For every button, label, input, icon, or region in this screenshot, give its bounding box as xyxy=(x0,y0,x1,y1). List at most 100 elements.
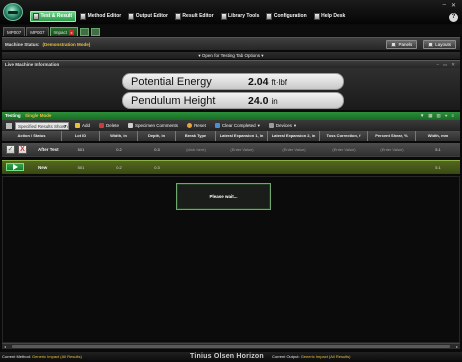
panels-button[interactable]: Panels xyxy=(386,40,418,49)
col-width-in[interactable]: Width, in xyxy=(100,131,138,141)
cell-lateral-exp-1[interactable] xyxy=(216,161,268,175)
cell-width-mm[interactable]: 5.1 xyxy=(416,143,460,157)
col-break-type[interactable]: Break Type xyxy=(176,131,216,141)
delete-button[interactable]: Delete xyxy=(96,121,122,130)
live-minimize-icon[interactable]: – xyxy=(436,61,439,68)
tab-impact[interactable]: Impact x xyxy=(49,27,79,36)
col-lot-id[interactable]: Lot ID xyxy=(62,131,100,141)
table-row[interactable]: ✓ X After Test 501 0.2 0.3 (click here) … xyxy=(2,143,460,157)
current-method: Current Method: Generic Impact (All Resu… xyxy=(2,354,82,359)
document-tabs: MP007 MP007 Impact x xyxy=(0,25,462,36)
clear-completed-button[interactable]: Clear Completed ▾ xyxy=(212,121,263,130)
layouts-button[interactable]: Layouts xyxy=(423,40,456,49)
menu-output-editor[interactable]: Output Editor xyxy=(126,11,171,22)
grid-icon[interactable]: ▦ xyxy=(428,112,432,120)
live-pin-icon[interactable]: ▭ xyxy=(443,61,447,68)
cell-lateral-exp-2[interactable]: (Enter Value) xyxy=(268,143,320,157)
filter-icon[interactable]: ▼ xyxy=(420,112,424,120)
cell-lateral-exp-1[interactable]: (Enter Value) xyxy=(216,143,268,157)
row-status-label: After Test xyxy=(38,147,59,152)
please-wait-dialog: Please wait... xyxy=(176,183,271,210)
testing-label: Testing xyxy=(5,113,21,118)
row-status-label: New xyxy=(38,165,48,170)
cell-lot-id[interactable]: 501 xyxy=(62,143,100,157)
menu-method-editor[interactable]: Method Editor xyxy=(78,11,124,22)
live-close-icon[interactable]: ✕ xyxy=(451,61,455,68)
help-icon[interactable]: ? xyxy=(449,13,458,22)
potential-energy-readout: Potential Energy 2.04 ft·lbf xyxy=(122,73,344,90)
tab-menu-icon[interactable] xyxy=(91,28,101,36)
library-tools-icon xyxy=(220,12,227,20)
machine-status-label: Machine Status: xyxy=(5,41,40,47)
results-shown-select[interactable]: Specified Results Shown xyxy=(15,121,69,130)
menu-icon[interactable]: ≡ xyxy=(451,112,454,120)
scrollbar-thumb[interactable] xyxy=(12,345,450,348)
current-method-value: Generic Impact (All Results) xyxy=(32,354,82,359)
new-tab-icon[interactable] xyxy=(80,28,90,36)
pendulum-height-readout: Pendulum Height 24.0 in xyxy=(122,92,344,109)
main-menu: Test & Result Method Editor Output Edito… xyxy=(30,10,348,22)
window-controls: – ✕ xyxy=(443,2,456,9)
columns-icon[interactable]: ▥ xyxy=(437,112,441,120)
cell-width-in[interactable]: 0.2 xyxy=(100,143,138,157)
panel-buttons: Panels Layouts xyxy=(386,40,456,49)
pin-icon[interactable]: ⌖ xyxy=(445,112,448,120)
tab-mp007-b[interactable]: MP007 xyxy=(26,27,49,36)
add-button[interactable]: Add xyxy=(72,121,93,130)
scroll-right-icon[interactable]: ▸ xyxy=(456,344,458,349)
potential-energy-value-wrap: 2.04 ft·lbf xyxy=(248,76,287,88)
cell-percent-shear[interactable] xyxy=(368,161,416,175)
menu-library-tools[interactable]: Library Tools xyxy=(219,11,263,22)
cell-toss-correction[interactable]: (Enter Value) xyxy=(320,143,368,157)
col-percent-shear[interactable]: Percent Shear, % xyxy=(368,131,416,141)
pendulum-height-unit: in xyxy=(271,96,278,106)
reset-button[interactable]: Reset xyxy=(184,121,209,130)
scroll-left-icon[interactable]: ◂ xyxy=(4,344,6,349)
clear-icon xyxy=(214,123,220,128)
cell-width-mm[interactable]: 5.1 xyxy=(416,161,460,175)
run-test-play-icon[interactable] xyxy=(6,163,24,171)
live-info-header: Live Machine Information – ▭ ✕ xyxy=(2,60,460,68)
row-actions xyxy=(6,163,24,171)
col-depth-in[interactable]: Depth, in xyxy=(138,131,176,141)
col-toss-correction[interactable]: Toss Correction, f xyxy=(320,131,368,141)
cell-break-type[interactable]: (click here) xyxy=(176,143,216,157)
cell-percent-shear[interactable]: (Enter Value) xyxy=(368,143,416,157)
close-button[interactable]: ✕ xyxy=(451,2,456,9)
cell-lateral-exp-2[interactable] xyxy=(268,161,320,175)
cell-break-type[interactable] xyxy=(176,161,216,175)
method-editor-icon xyxy=(80,12,87,20)
tab-mp007-a[interactable]: MP007 xyxy=(3,27,26,36)
specimen-comments-button[interactable]: Specimen Comments xyxy=(125,121,181,130)
menu-help-desk[interactable]: Help Desk xyxy=(312,11,349,22)
horizontal-scrollbar[interactable]: ◂ ▸ xyxy=(2,343,460,349)
cell-depth-in[interactable]: 0.3 xyxy=(138,161,176,175)
title-bar: Test & Result Method Editor Output Edito… xyxy=(0,0,462,24)
current-output-value: Generic Impact (All Results) xyxy=(300,354,351,359)
testing-tab-options-toggle[interactable]: ▾ Open for Testing Tab Options ▾ xyxy=(2,52,460,59)
machine-status-value: (Demonstration Mode) xyxy=(42,41,91,47)
menu-result-editor[interactable]: Result Editor xyxy=(173,11,217,22)
close-tab-icon[interactable]: x xyxy=(69,29,75,35)
testing-header: Testing Single Mode ▼ ▦ ▥ ⌖ ≡ xyxy=(2,112,460,120)
accept-check-icon[interactable]: ✓ xyxy=(6,145,15,154)
pendulum-height-value: 24.0 xyxy=(248,94,269,107)
reject-x-icon[interactable]: X xyxy=(18,145,27,154)
row-actions: ✓ X xyxy=(6,145,27,154)
app-logo-icon xyxy=(3,3,23,21)
col-lateral-exp-1[interactable]: Lateral Expansion 1, in xyxy=(216,131,268,141)
col-lateral-exp-2[interactable]: Lateral Expansion 2, in xyxy=(268,131,320,141)
col-action-status[interactable]: Action / Status xyxy=(2,131,62,141)
minimize-button[interactable]: – xyxy=(443,2,446,9)
testing-mode-value: Single Mode xyxy=(24,113,52,118)
col-width-mm[interactable]: Width, mm xyxy=(416,131,460,141)
cell-width-in[interactable]: 0.2 xyxy=(100,161,138,175)
menu-configuration[interactable]: Configuration xyxy=(264,11,309,22)
menu-test-result[interactable]: Test & Result xyxy=(30,10,77,22)
cell-depth-in[interactable]: 0.3 xyxy=(138,143,176,157)
panels-icon xyxy=(391,42,397,47)
devices-button[interactable]: Devices ▾ xyxy=(266,121,299,130)
cell-toss-correction[interactable] xyxy=(320,161,368,175)
table-row[interactable]: New 501 0.2 0.3 5.1 xyxy=(2,160,460,174)
cell-lot-id[interactable]: 501 xyxy=(62,161,100,175)
